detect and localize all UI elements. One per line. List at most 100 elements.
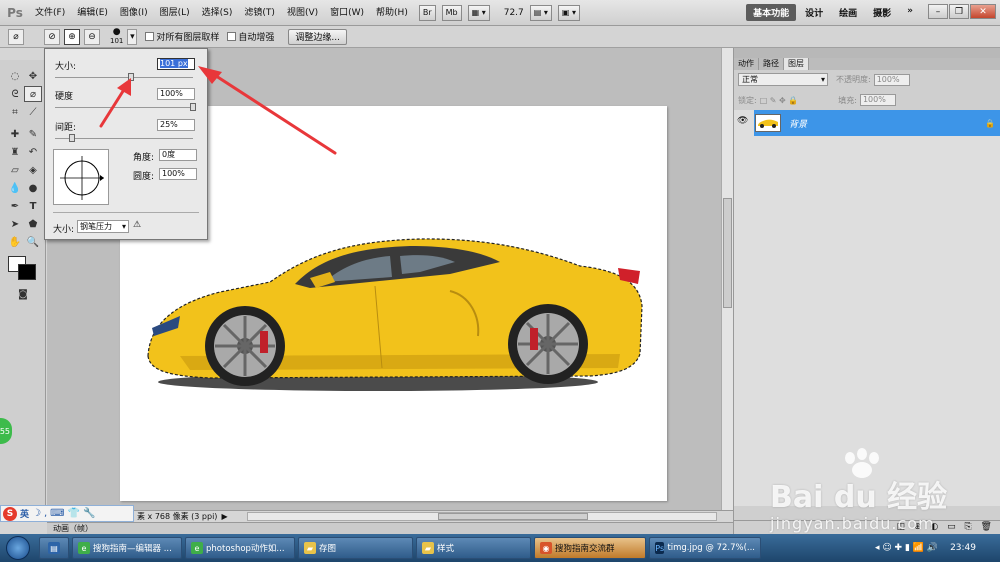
spacing-input[interactable]: 25% — [157, 119, 195, 131]
dodge-tool-icon[interactable]: ● — [24, 180, 42, 196]
zoom-level[interactable]: 72.7 — [504, 8, 524, 18]
tray-icons[interactable]: ◂ ☺ ✚ ▮ 📶 🔊 — [875, 543, 938, 553]
menu-image[interactable]: 图像(I) — [115, 0, 153, 26]
taskbar-item-styles-folder[interactable]: ▰ 样式 — [416, 537, 531, 559]
tab-layers[interactable]: 图层 — [784, 58, 809, 70]
menu-layer[interactable]: 图层(L) — [155, 0, 195, 26]
bridge-button[interactable]: Br — [418, 4, 436, 21]
minimize-icon[interactable]: – — [928, 4, 948, 19]
paint-bucket-tool-icon[interactable]: ◈ — [24, 162, 42, 178]
taskbar-item-photoshop[interactable]: Ps timg.jpg @ 72.7%(... — [649, 537, 761, 559]
ime-language[interactable]: 英 — [20, 507, 29, 520]
sample-all-layers-option[interactable]: 对所有图层取样 — [145, 30, 219, 43]
hardness-slider-knob[interactable] — [190, 103, 196, 111]
type-tool-icon[interactable]: T — [24, 198, 42, 214]
size-control-select[interactable]: 钢笔压力 ▾ — [77, 220, 129, 233]
menu-filter[interactable]: 滤镜(T) — [239, 0, 280, 26]
blend-mode-select[interactable]: 正常 ▾ — [738, 73, 828, 86]
sample-all-layers-checkbox[interactable] — [145, 32, 155, 41]
keyboard-icon[interactable]: ⌨ — [50, 508, 64, 519]
screen-mode-button[interactable]: ▣ ▾ — [557, 4, 581, 21]
clone-stamp-tool-icon[interactable]: ♜ — [6, 144, 24, 160]
refine-edge-button[interactable]: 调整边缘... — [288, 28, 347, 45]
hardness-input[interactable]: 100% — [157, 88, 195, 100]
start-button[interactable] — [0, 534, 36, 562]
tab-actions[interactable]: 动作 — [734, 58, 759, 70]
tab-paths[interactable]: 路径 — [759, 58, 784, 70]
add-selection-icon[interactable]: ⊕ — [64, 28, 80, 45]
view-extras-button[interactable]: ▦ ▾ — [467, 4, 490, 21]
quick-mask-icon[interactable]: ◙ — [14, 286, 32, 302]
horizontal-scrollbar[interactable] — [247, 512, 717, 521]
quick-selection-tool-icon[interactable]: ⌀ — [8, 28, 24, 45]
size-slider[interactable] — [55, 77, 193, 78]
status-arrow-icon[interactable]: ▶ — [221, 512, 227, 521]
brush-tool-icon[interactable]: ✎ — [24, 126, 42, 142]
fill-input[interactable]: 100% — [859, 94, 896, 106]
restore-icon[interactable]: ❐ — [949, 4, 969, 19]
blur-tool-icon[interactable]: 💧 — [6, 180, 24, 196]
subtract-selection-icon[interactable]: ⊖ — [84, 28, 100, 45]
skin-icon[interactable]: 👕 — [68, 508, 80, 519]
hand-tool-icon[interactable]: ✋ — [6, 234, 24, 250]
wrench-icon[interactable]: 🔧 — [83, 508, 95, 519]
opacity-input[interactable]: 100% — [873, 73, 910, 86]
size-input[interactable]: 101 px — [157, 58, 195, 70]
healing-brush-tool-icon[interactable]: ✚ — [6, 126, 24, 142]
menu-edit[interactable]: 编辑(E) — [72, 0, 113, 26]
workspace-more[interactable]: » — [900, 4, 920, 21]
size-slider-knob[interactable] — [127, 73, 134, 81]
menu-select[interactable]: 选择(S) — [197, 0, 238, 26]
workspace-photography[interactable]: 摄影 — [866, 4, 898, 21]
angle-input[interactable]: 0度 — [159, 149, 197, 161]
auto-enhance-option[interactable]: 自动增强 — [227, 30, 274, 43]
auto-enhance-checkbox[interactable] — [227, 32, 237, 41]
menu-window[interactable]: 窗口(W) — [325, 0, 369, 26]
dock-collapse-bar[interactable] — [734, 48, 1000, 58]
taskbar-item-save-folder[interactable]: ▰ 存图 — [298, 537, 413, 559]
path-selection-tool-icon[interactable]: ➤ — [6, 216, 24, 232]
menu-file[interactable]: 文件(F) — [30, 0, 70, 26]
shape-tool-icon[interactable]: ⬟ — [24, 216, 42, 232]
workspace-design[interactable]: 设计 — [798, 4, 830, 21]
animation-panel-tab[interactable]: 动画（帧） — [47, 522, 733, 534]
background-color-swatch[interactable] — [18, 264, 36, 280]
brush-picker-chevron-icon[interactable]: ▾ — [127, 28, 138, 45]
eraser-tool-icon[interactable]: ▱ — [6, 162, 24, 178]
mini-bridge-button[interactable]: Mb — [441, 4, 462, 21]
sogou-logo-icon[interactable]: S — [3, 506, 17, 521]
hardness-slider[interactable] — [55, 107, 193, 108]
layer-row-background[interactable]: 背景 🔒 — [754, 110, 1000, 136]
taskbar-item-photoshop-actions[interactable]: e photoshop动作如... — [185, 537, 295, 559]
menu-view[interactable]: 视图(V) — [282, 0, 323, 26]
move-tool-icon[interactable]: ✥ — [24, 68, 42, 84]
taskbar-item-chat-group[interactable]: ◉ 搜狗指南交流群 — [534, 537, 646, 559]
quick-select-tool-icon[interactable]: ⌀ — [24, 86, 42, 102]
moon-icon[interactable]: ☽ — [32, 508, 41, 519]
punctuation-icon[interactable]: , — [44, 508, 47, 519]
new-selection-icon[interactable]: ⊘ — [44, 28, 60, 45]
crop-tool-icon[interactable]: ⌗ — [6, 104, 24, 120]
eye-icon[interactable]: 👁 — [737, 116, 749, 128]
arrange-button[interactable]: ▤ ▾ — [529, 4, 552, 21]
close-icon[interactable]: ✕ — [970, 4, 996, 19]
vertical-scrollbar[interactable] — [721, 48, 733, 510]
workspace-essentials[interactable]: 基本功能 — [746, 4, 797, 21]
brush-picker[interactable]: ● 101 — [110, 28, 123, 46]
horizontal-scroll-thumb[interactable] — [438, 513, 588, 520]
marquee-tool-icon[interactable]: ◌ — [6, 68, 24, 84]
lock-icons[interactable]: □ ✎ ✥ 🔒 — [760, 96, 799, 105]
roundness-input[interactable]: 100% — [159, 168, 197, 180]
taskbar-item-editor[interactable]: e 搜狗指南—编辑器 ... — [72, 537, 182, 559]
eyedropper-tool-icon[interactable]: ⟋ — [24, 104, 42, 120]
lasso-tool-icon[interactable]: ᘓ — [6, 86, 24, 102]
workspace-painting[interactable]: 绘画 — [832, 4, 864, 21]
document-info[interactable]: 素 x 768 像素 (3 ppi) — [137, 511, 217, 522]
menu-help[interactable]: 帮助(H) — [371, 0, 413, 26]
spacing-slider-knob[interactable] — [68, 134, 75, 142]
clock[interactable]: 23:49 — [950, 543, 976, 553]
taskbar-quicklaunch[interactable]: ▤ — [39, 537, 69, 559]
pen-tool-icon[interactable]: ✒ — [6, 198, 24, 214]
history-brush-tool-icon[interactable]: ↶ — [24, 144, 42, 160]
zoom-tool-icon[interactable]: 🔍 — [24, 234, 42, 250]
